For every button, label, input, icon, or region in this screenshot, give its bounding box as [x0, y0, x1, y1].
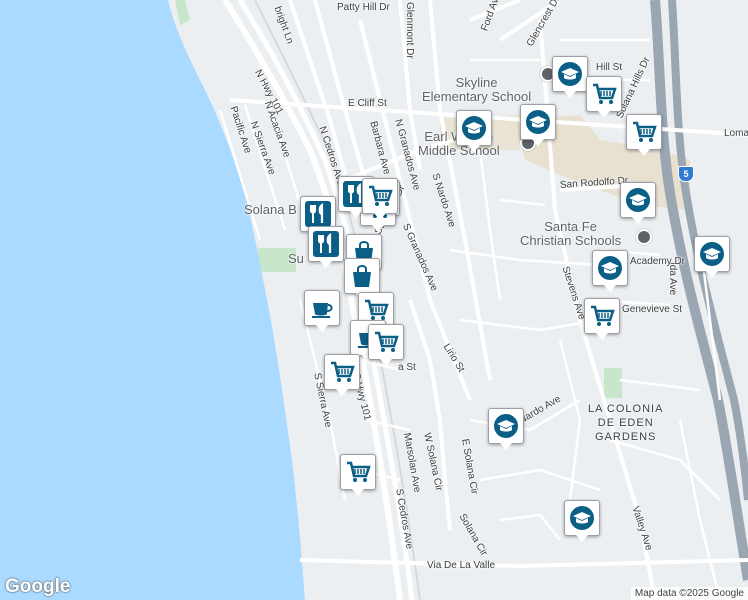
cart-icon: [328, 358, 356, 386]
street-label: Lomas: [724, 128, 748, 139]
school-icon: [698, 240, 726, 268]
street-label: Via De La Valle: [427, 560, 496, 571]
map-marker[interactable]: [584, 298, 620, 340]
google-logo: Google: [5, 576, 71, 597]
santa-fe-christian-label[interactable]: Santa Fe Christian Schools: [520, 220, 621, 248]
map-attribution[interactable]: Map data ©2025 Google: [630, 587, 748, 600]
cart-icon: [344, 458, 372, 486]
map-marker[interactable]: [694, 236, 730, 278]
map-marker[interactable]: [308, 226, 344, 268]
interstate-5-shield-icon: 5: [678, 166, 694, 182]
street-label: E Cliff St: [348, 98, 387, 109]
coffee-icon: [308, 294, 336, 322]
neighborhood-label: LA COLONIA DE EDEN GARDENS: [588, 403, 664, 443]
map-marker[interactable]: [626, 114, 662, 156]
map-marker[interactable]: [552, 56, 588, 98]
cart-icon: [366, 182, 394, 210]
street-label: Glenmont Dr: [404, 2, 415, 59]
map-marker[interactable]: [564, 500, 600, 542]
street-label: a St: [398, 362, 416, 373]
school-icon: [568, 504, 596, 532]
map-marker[interactable]: [456, 110, 492, 152]
school-icon: [556, 60, 584, 88]
school-dot-icon: [636, 229, 652, 245]
cart-icon: [630, 118, 658, 146]
map-marker[interactable]: [488, 408, 524, 450]
map-marker[interactable]: [586, 76, 622, 118]
school-icon: [460, 114, 488, 142]
street-label: Hill St: [596, 62, 623, 73]
cart-icon: [372, 328, 400, 356]
restaurant-icon: [304, 200, 332, 228]
solana-beach-label: Solana B: [244, 202, 297, 217]
map-marker[interactable]: [324, 354, 360, 396]
map-marker[interactable]: [368, 324, 404, 366]
map-marker[interactable]: [344, 258, 380, 300]
map-marker[interactable]: [362, 178, 398, 220]
school-icon: [624, 186, 652, 214]
station-label: Su: [288, 251, 304, 266]
map-marker[interactable]: [592, 250, 628, 292]
map-marker[interactable]: [620, 182, 656, 224]
skyline-elementary-label[interactable]: Skyline Elementary School: [422, 76, 531, 104]
map-marker[interactable]: [304, 290, 340, 332]
map-marker[interactable]: [340, 454, 376, 496]
map-canvas[interactable]: Patty Hill Dr Glenmont Dr Ford Ave Glenc…: [0, 0, 748, 600]
school-icon: [492, 412, 520, 440]
street-label: Academy Dr: [630, 256, 686, 267]
cart-icon: [590, 80, 618, 108]
shopping-bag-icon: [348, 262, 376, 290]
street-label: Genevieve St: [622, 304, 683, 315]
school-icon: [524, 108, 552, 136]
restaurant-icon: [312, 230, 340, 258]
map-marker[interactable]: [520, 104, 556, 146]
cart-icon: [588, 302, 616, 330]
street-label: Patty Hill Dr: [337, 2, 390, 13]
school-icon: [596, 254, 624, 282]
